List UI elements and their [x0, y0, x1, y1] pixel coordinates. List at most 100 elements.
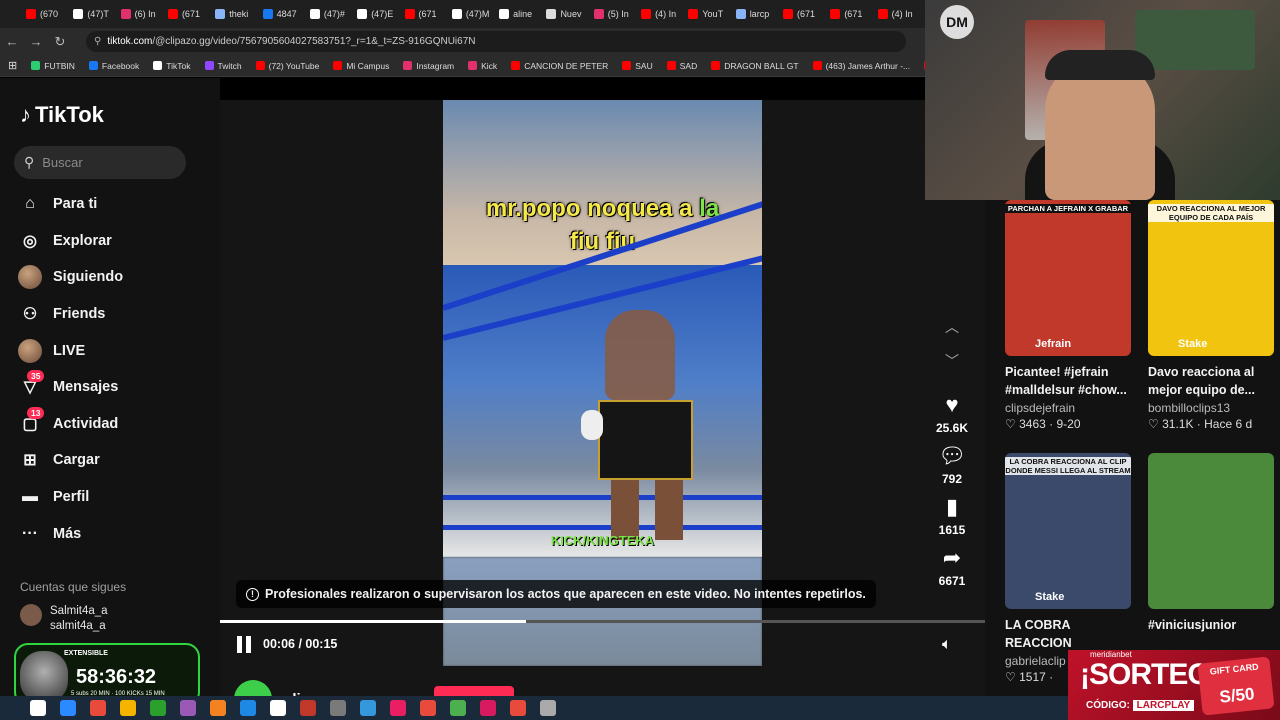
- tab-label: (6) In: [134, 9, 156, 19]
- browser-tab[interactable]: theki: [215, 9, 262, 19]
- sidebar-item-perfil[interactable]: ▬ Perfil: [18, 479, 123, 516]
- browser-tab[interactable]: (47)T: [73, 9, 120, 19]
- sidebar-item-explorar[interactable]: ◎ Explorar: [18, 223, 123, 260]
- video-thumbnail[interactable]: DAVO REACCIONA AL MEJOR EQUIPO DE CADA P…: [1148, 200, 1274, 356]
- apps-icon[interactable]: ⊞: [8, 59, 17, 72]
- save-button[interactable]: ▮ 1615: [928, 494, 976, 537]
- bookmark-item[interactable]: SAU: [622, 61, 653, 71]
- bookmark-item[interactable]: Twitch: [204, 61, 242, 71]
- browser-tab[interactable]: (670: [26, 9, 73, 19]
- bookmark-item[interactable]: (463) James Arthur -...: [812, 61, 910, 71]
- sidebar-item-cargar[interactable]: ⊞ Cargar: [18, 442, 123, 479]
- following-user[interactable]: Salmit4a_a salmit4a_a: [20, 604, 108, 634]
- streamer: [1045, 60, 1155, 200]
- card-title[interactable]: Picantee! #jefrain #malldelsur #chow...: [1005, 363, 1131, 399]
- browser-tab[interactable]: Nuev: [546, 9, 593, 19]
- taskbar-app-icon[interactable]: [270, 700, 286, 716]
- card-username[interactable]: bombilloclips13: [1148, 401, 1274, 415]
- card-username[interactable]: clipsdejefrain: [1005, 401, 1131, 415]
- video-thumbnail[interactable]: PARCHAN A JEFRAIN X GRABAR Jefrain: [1005, 200, 1131, 356]
- taskbar-app-icon[interactable]: [300, 700, 316, 716]
- taskbar-app-icon[interactable]: [180, 700, 196, 716]
- taskbar-app-icon[interactable]: [390, 700, 406, 716]
- recommended-video-card[interactable]: PARCHAN A JEFRAIN X GRABAR Jefrain Picante…: [1005, 200, 1131, 431]
- sidebar-item-label: LIVE: [53, 342, 86, 359]
- share-button[interactable]: ➦ 6671: [928, 545, 976, 588]
- browser-tab[interactable]: YouT: [688, 9, 735, 19]
- tab-label: aline: [513, 9, 533, 19]
- browser-tab[interactable]: 4847: [262, 9, 310, 19]
- taskbar-app-icon[interactable]: [240, 700, 256, 716]
- bookmark-item[interactable]: DRAGON BALL GT: [711, 61, 799, 71]
- card-title[interactable]: LA COBRA REACCION: [1005, 616, 1131, 652]
- comment-count: 792: [941, 472, 963, 486]
- sidebar-item-más[interactable]: ··· Más: [18, 515, 123, 552]
- sidebar-item-siguiendo[interactable]: Siguiendo: [18, 259, 123, 296]
- bookmark-item[interactable]: Kick: [468, 61, 497, 71]
- taskbar-app-icon[interactable]: [450, 700, 466, 716]
- sidebar-item-live[interactable]: LIVE: [18, 332, 123, 369]
- tab-favicon: [73, 9, 84, 19]
- site-info-icon[interactable]: ⚲: [94, 36, 101, 47]
- browser-tab[interactable]: (671: [404, 9, 452, 19]
- pause-icon[interactable]: [237, 636, 253, 653]
- video-progress-bar[interactable]: [220, 620, 985, 623]
- bookmark-item[interactable]: (72) YouTube: [255, 61, 319, 71]
- taskbar-app-icon[interactable]: [420, 700, 436, 716]
- sidebar-item-friends[interactable]: ⚇ Friends: [18, 296, 123, 333]
- taskbar-app-icon[interactable]: [30, 700, 46, 716]
- sidebar-nav: ⌂ Para ti ◎ Explorar Siguiendo ⚇ Friends LIVE ▽ 3…: [18, 186, 123, 552]
- bookmark-item[interactable]: Facebook: [88, 61, 139, 71]
- bookmark-item[interactable]: SAD: [666, 61, 697, 71]
- taskbar-app-icon[interactable]: [60, 700, 76, 716]
- browser-tab[interactable]: (671: [783, 9, 830, 19]
- browser-tab[interactable]: larcp: [735, 9, 783, 19]
- url-field[interactable]: ⚲ tiktok.com/@clipazo.gg/video/756790560…: [86, 31, 906, 52]
- bookmark-favicon: [88, 61, 98, 70]
- browser-tab[interactable]: (47)#: [309, 9, 357, 19]
- taskbar-app-icon[interactable]: [360, 700, 376, 716]
- taskbar-app-icon[interactable]: [540, 700, 556, 716]
- card-title[interactable]: #viniciusjunior: [1148, 616, 1274, 634]
- browser-tab[interactable]: (47)M: [451, 9, 499, 19]
- browser-tab[interactable]: (671: [830, 9, 877, 19]
- back-icon[interactable]: ←: [0, 34, 24, 49]
- bookmark-item[interactable]: FUTBIN: [31, 61, 75, 71]
- taskbar-app-icon[interactable]: [510, 700, 526, 716]
- taskbar-app-icon[interactable]: [330, 700, 346, 716]
- volume-icon[interactable]: 🔈︎: [942, 636, 952, 654]
- taskbar-app-icon[interactable]: [150, 700, 166, 716]
- reload-icon[interactable]: ↻: [48, 34, 72, 50]
- tiktok-logo[interactable]: ♪ TikTok: [20, 102, 104, 128]
- taskbar-app-icon[interactable]: [480, 700, 496, 716]
- video-thumbnail[interactable]: [1148, 453, 1274, 609]
- browser-tab[interactable]: (4) In: [641, 9, 688, 19]
- bookmark-item[interactable]: Mi Campus: [333, 61, 389, 71]
- recommended-video-card[interactable]: #viniciusjunior: [1148, 453, 1274, 634]
- bookmark-item[interactable]: CANCION DE PETER: [511, 61, 608, 71]
- bookmark-item[interactable]: Instagram: [403, 61, 454, 71]
- browser-tab[interactable]: (4) In: [877, 9, 925, 19]
- comment-button[interactable]: 💬︎ 792: [928, 443, 976, 486]
- search-input[interactable]: ⚲ Buscar: [14, 146, 186, 179]
- taskbar-app-icon[interactable]: [120, 700, 136, 716]
- browser-tab[interactable]: (6) In: [120, 9, 168, 19]
- browser-tab[interactable]: aline: [499, 9, 546, 19]
- browser-tab[interactable]: (5) In: [593, 9, 641, 19]
- chevron-up-icon[interactable]: ︿: [928, 316, 976, 350]
- chevron-down-icon[interactable]: ﹀: [928, 350, 976, 384]
- browser-tab[interactable]: (671: [167, 9, 215, 19]
- like-button[interactable]: ♥ 25.6K: [928, 392, 976, 435]
- browser-tab[interactable]: (47)E: [357, 9, 404, 19]
- taskbar-app-icon[interactable]: [90, 700, 106, 716]
- sidebar-item-mensajes[interactable]: ▽ 35 Mensajes: [18, 369, 123, 406]
- bookmark-item[interactable]: TikTok: [153, 61, 191, 71]
- sidebar-item-actividad[interactable]: ▢ 13 Actividad: [18, 406, 123, 443]
- taskbar-app-icon[interactable]: [210, 700, 226, 716]
- sidebar-item-para-ti[interactable]: ⌂ Para ti: [18, 186, 123, 223]
- forward-icon[interactable]: →: [24, 34, 48, 49]
- bookmark-favicon: [153, 61, 163, 70]
- video-thumbnail[interactable]: LA COBRA REACCIONA AL CLIP DONDE MESSI L…: [1005, 453, 1131, 609]
- recommended-video-card[interactable]: DAVO REACCIONA AL MEJOR EQUIPO DE CADA P…: [1148, 200, 1274, 431]
- card-title[interactable]: Davo reacciona al mejor equipo de...: [1148, 363, 1274, 399]
